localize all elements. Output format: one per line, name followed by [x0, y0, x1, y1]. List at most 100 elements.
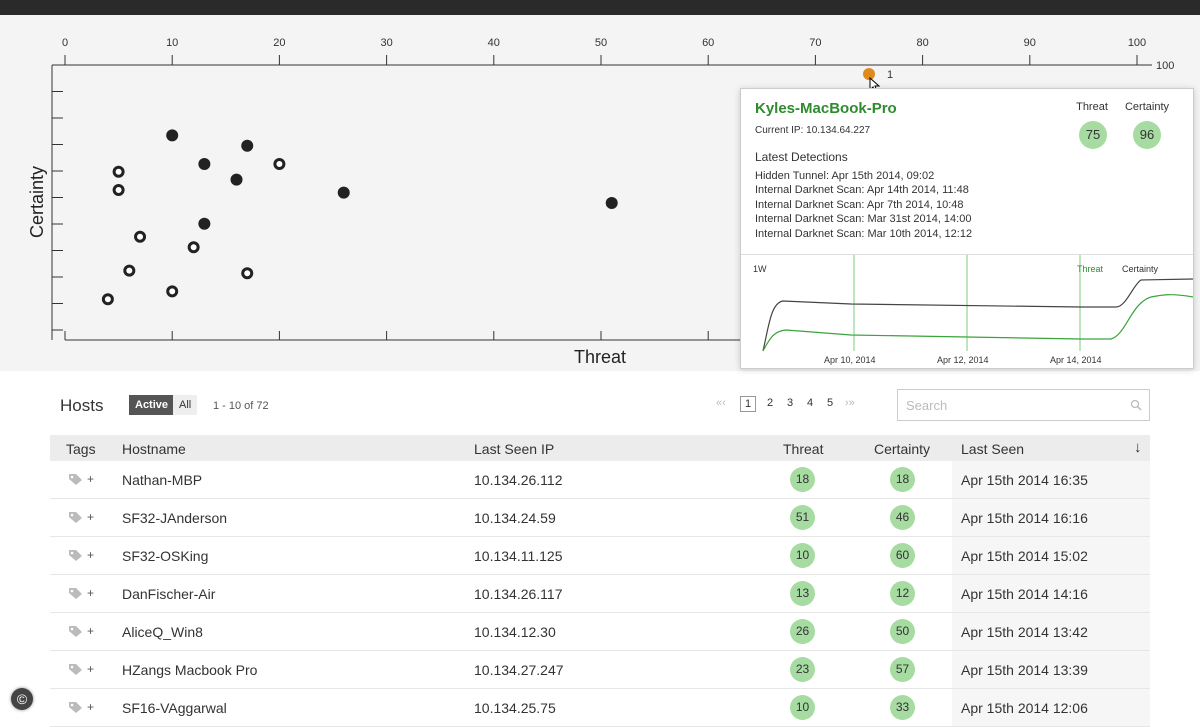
trend-range-label[interactable]: 1W	[753, 264, 767, 274]
tag-icon[interactable]	[68, 511, 83, 524]
threat-badge: 13	[790, 581, 815, 606]
tooltip-detection-item: Internal Darknet Scan: Apr 14th 2014, 11…	[755, 184, 969, 196]
table-row[interactable]: + HZangs Macbook Pro 10.134.27.247 23 57…	[50, 651, 1150, 689]
scatter-point[interactable]	[166, 129, 179, 142]
hostname-cell[interactable]: AliceQ_Win8	[122, 624, 203, 640]
add-tag-button[interactable]: +	[87, 472, 94, 486]
hostname-cell[interactable]: SF32-OSKing	[122, 548, 208, 564]
hostname-cell[interactable]: Nathan-MBP	[122, 472, 202, 488]
tooltip-certainty-badge: 96	[1133, 121, 1161, 149]
tooltip-detection-item: Internal Darknet Scan: Apr 7th 2014, 10:…	[755, 199, 964, 211]
pager-prev-arrows[interactable]: «‹	[716, 397, 726, 409]
table-row[interactable]: + AliceQ_Win8 10.134.12.30 26 50 Apr 15t…	[50, 613, 1150, 651]
tag-icon[interactable]	[68, 625, 83, 638]
pager-page-3[interactable]: 3	[787, 397, 793, 409]
search-input[interactable]	[897, 389, 1150, 421]
scatter-point[interactable]	[166, 285, 179, 298]
x-tick-label: 40	[488, 37, 500, 49]
hostname-cell[interactable]: DanFischer-Air	[122, 586, 215, 602]
add-tag-button[interactable]: +	[87, 624, 94, 638]
trend-date-label: Apr 10, 2014	[824, 355, 876, 365]
scatter-point[interactable]	[123, 264, 136, 277]
scatter-point[interactable]	[112, 184, 125, 196]
table-row[interactable]: + SF16-VAggarwal 10.134.25.75 10 33 Apr …	[50, 689, 1150, 727]
scatter-point[interactable]	[273, 158, 286, 170]
certainty-badge: 50	[890, 619, 915, 644]
tooltip-detection-item: Hidden Tunnel: Apr 15th 2014, 09:02	[755, 170, 935, 182]
table-row[interactable]: + Nathan-MBP 10.134.26.112 18 18 Apr 15t…	[50, 461, 1150, 499]
hosts-title: Hosts	[60, 396, 104, 415]
last-seen-cell: Apr 15th 2014 12:06	[961, 700, 1088, 716]
hostname-cell[interactable]: SF32-JAnderson	[122, 510, 227, 526]
last-seen-ip-cell: 10.134.25.75	[474, 700, 556, 716]
trend-date-label: Apr 12, 2014	[937, 355, 989, 365]
scatter-point[interactable]	[187, 241, 200, 254]
scatter-point[interactable]	[605, 197, 618, 209]
add-tag-button[interactable]: +	[87, 586, 94, 600]
tag-icon[interactable]	[68, 663, 83, 676]
search-icon[interactable]	[1130, 399, 1142, 411]
tag-icon[interactable]	[68, 473, 83, 486]
tooltip-trend-chart: 1W Threat Certainty Apr 10, 2014 Apr 12,…	[741, 254, 1194, 368]
scatter-point-highlighted[interactable]	[863, 68, 875, 80]
scatter-point[interactable]	[241, 267, 254, 280]
y-axis-title: Certainty	[27, 166, 47, 238]
filter-active-button[interactable]: Active	[129, 395, 175, 415]
x-tick-label: 50	[595, 37, 607, 49]
column-last-seen[interactable]: Last Seen	[961, 441, 1024, 457]
table-row[interactable]: + DanFischer-Air 10.134.26.117 13 12 Apr…	[50, 575, 1150, 613]
last-seen-cell: Apr 15th 2014 16:16	[961, 510, 1088, 526]
pager-page-2[interactable]: 2	[767, 397, 773, 409]
last-seen-cell: Apr 15th 2014 13:42	[961, 624, 1088, 640]
scatter-point[interactable]	[134, 230, 147, 243]
x-tick-label: 80	[916, 37, 928, 49]
scatter-point[interactable]	[198, 158, 211, 170]
pager-page-5[interactable]: 5	[827, 397, 833, 409]
add-tag-button[interactable]: +	[87, 510, 94, 524]
tag-icon[interactable]	[68, 701, 83, 714]
copyright-icon: ©	[11, 688, 33, 710]
certainty-badge: 46	[890, 505, 915, 530]
pager-page-4[interactable]: 4	[807, 397, 813, 409]
tooltip-hostname[interactable]: Kyles-MacBook-Pro	[755, 100, 897, 117]
scatter-point[interactable]	[112, 165, 125, 178]
x-tick-label: 10	[166, 37, 178, 49]
last-seen-ip-cell: 10.134.11.125	[474, 548, 563, 564]
x-tick-label: 60	[702, 37, 714, 49]
table-row[interactable]: + SF32-OSKing 10.134.11.125 10 60 Apr 15…	[50, 537, 1150, 575]
tooltip-detection-item: Internal Darknet Scan: Mar 31st 2014, 14…	[755, 213, 972, 225]
last-seen-ip-cell: 10.134.12.30	[474, 624, 556, 640]
x-axis-title: Threat	[574, 347, 626, 367]
hostname-cell[interactable]: SF16-VAggarwal	[122, 700, 227, 716]
tag-icon[interactable]	[68, 587, 83, 600]
certainty-badge: 60	[890, 543, 915, 568]
hostname-cell[interactable]: HZangs Macbook Pro	[122, 662, 257, 678]
scatter-point[interactable]	[241, 139, 254, 152]
last-seen-ip-cell: 10.134.27.247	[474, 662, 564, 678]
threat-badge: 23	[790, 657, 815, 682]
tooltip-latest-detections-title: Latest Detections	[755, 150, 848, 164]
tooltip-current-ip: Current IP: 10.134.64.227	[755, 125, 871, 136]
column-certainty[interactable]: Certainty	[874, 441, 930, 457]
column-last-seen-ip[interactable]: Last Seen IP	[474, 441, 554, 457]
pager-page-1[interactable]: 1	[740, 396, 757, 412]
trend-certainty-legend: Certainty	[1122, 264, 1159, 274]
column-threat[interactable]: Threat	[783, 441, 823, 457]
filter-all-button[interactable]: All	[173, 395, 198, 415]
table-row[interactable]: + SF32-JAnderson 10.134.24.59 51 46 Apr …	[50, 499, 1150, 537]
trend-threat-legend: Threat	[1077, 264, 1104, 274]
threat-badge: 51	[790, 505, 815, 530]
column-hostname[interactable]: Hostname	[122, 441, 186, 457]
tag-icon[interactable]	[68, 549, 83, 562]
column-tags[interactable]: Tags	[66, 441, 96, 457]
scatter-point[interactable]	[101, 293, 114, 306]
add-tag-button[interactable]: +	[87, 700, 94, 714]
scatter-point[interactable]	[198, 217, 211, 230]
add-tag-button[interactable]: +	[87, 662, 94, 676]
x-tick-label: 30	[380, 37, 392, 49]
sort-descending-icon[interactable]: ↓	[1134, 439, 1142, 456]
scatter-point[interactable]	[337, 186, 350, 199]
scatter-point[interactable]	[230, 173, 243, 186]
pager-next-arrows[interactable]: ›»	[845, 397, 855, 409]
add-tag-button[interactable]: +	[87, 548, 94, 562]
